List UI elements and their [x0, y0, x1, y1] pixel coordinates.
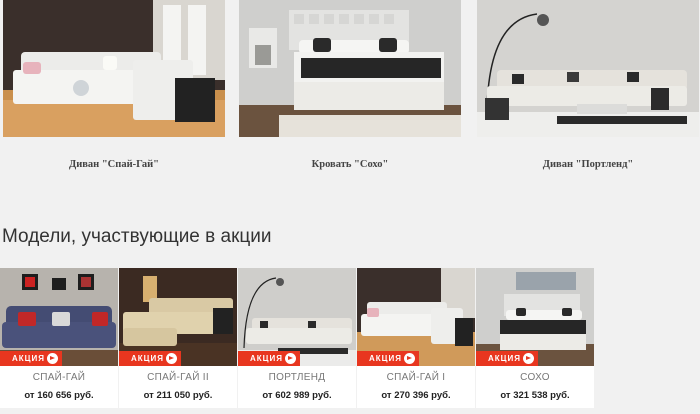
product-name[interactable]: СОХО	[476, 372, 594, 383]
promo-card[interactable]: АКЦИЯ СПАЙ-ГАЙ I от 270 396 руб.	[357, 268, 475, 408]
promo-badge[interactable]: АКЦИЯ	[476, 351, 538, 366]
arrow-right-icon	[523, 353, 534, 364]
arrow-right-icon	[285, 353, 296, 364]
arrow-right-icon	[404, 353, 415, 364]
arrow-right-icon	[166, 353, 177, 364]
product-price: от 321 538 руб.	[500, 390, 570, 401]
featured-caption[interactable]: Диван "Портленд"	[477, 159, 699, 170]
promo-badge-label: АКЦИЯ	[12, 354, 46, 363]
promo-badge-label: АКЦИЯ	[250, 354, 284, 363]
promo-card[interactable]: АКЦИЯ ПОРТЛЕНД от 602 989 руб.	[238, 268, 356, 408]
promo-badge-label: АКЦИЯ	[369, 354, 403, 363]
product-price: от 270 396 руб.	[381, 390, 451, 401]
sofa-photo[interactable]	[477, 0, 699, 137]
product-price: от 602 989 руб.	[262, 390, 332, 401]
promo-card[interactable]: АКЦИЯ СОХО от 321 538 руб.	[476, 268, 594, 408]
sofa-photo[interactable]	[3, 0, 225, 137]
promo-badge[interactable]: АКЦИЯ	[357, 351, 419, 366]
promo-badge[interactable]: АКЦИЯ	[119, 351, 181, 366]
product-name[interactable]: ПОРТЛЕНД	[238, 372, 356, 383]
product-price: от 160 656 руб.	[24, 390, 94, 401]
product-name[interactable]: СПАЙ-ГАЙ II	[119, 372, 237, 383]
promo-section-title: Модели, участвующие в акции	[2, 226, 272, 247]
featured-item-soho[interactable]: Кровать "Сохо"	[239, 0, 461, 170]
promo-badge[interactable]: АКЦИЯ	[238, 351, 300, 366]
product-price: от 211 050 руб.	[143, 390, 213, 401]
promo-card[interactable]: АКЦИЯ СПАЙ-ГАЙ II от 211 050 руб.	[119, 268, 237, 408]
promo-badge-label: АКЦИЯ	[131, 354, 165, 363]
promo-badge-label: АКЦИЯ	[488, 354, 522, 363]
product-name[interactable]: СПАЙ-ГАЙ	[0, 372, 118, 383]
bed-photo[interactable]	[239, 0, 461, 137]
featured-caption[interactable]: Диван "Спай-Гай"	[3, 159, 225, 170]
promo-badge[interactable]: АКЦИЯ	[0, 351, 62, 366]
featured-caption[interactable]: Кровать "Сохо"	[239, 159, 461, 170]
promo-card[interactable]: АКЦИЯ СПАЙ-ГАЙ от 160 656 руб.	[0, 268, 118, 408]
featured-item-spy-guy[interactable]: Диван "Спай-Гай"	[3, 0, 225, 170]
product-name[interactable]: СПАЙ-ГАЙ I	[357, 372, 475, 383]
featured-item-portland[interactable]: Диван "Портленд"	[477, 0, 699, 170]
arrow-right-icon	[47, 353, 58, 364]
